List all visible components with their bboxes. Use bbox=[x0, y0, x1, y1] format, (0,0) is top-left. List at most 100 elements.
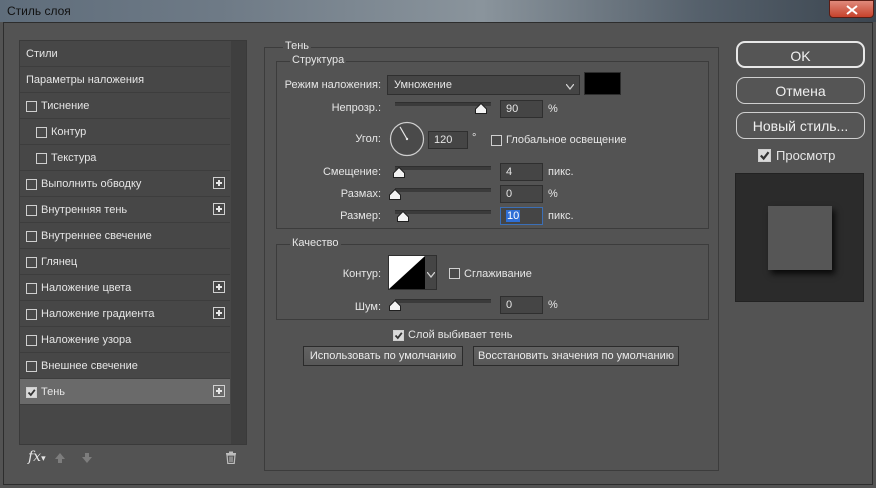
title-bar: Стиль слоя bbox=[0, 0, 876, 22]
style-item-checkbox[interactable] bbox=[26, 283, 37, 294]
styles-list: Стили Параметры наложения Тиснение Контур Те… bbox=[20, 41, 230, 405]
blend-mode-select[interactable]: Умножение bbox=[387, 75, 580, 95]
add-style-plus-icon[interactable] bbox=[213, 307, 225, 319]
fx-label: fx bbox=[28, 449, 42, 465]
noise-slider[interactable] bbox=[395, 299, 491, 303]
style-item[interactable]: Текстура bbox=[20, 145, 230, 171]
new-style-button[interactable]: Новый стиль... bbox=[736, 112, 865, 139]
style-item[interactable]: Внутреннее свечение bbox=[20, 223, 230, 249]
reset-default-label: Восстановить значения по умолчанию bbox=[477, 350, 674, 362]
noise-unit: % bbox=[548, 299, 558, 311]
styles-list-scrollbar[interactable] bbox=[231, 41, 246, 444]
make-default-button[interactable]: Использовать по умолчанию bbox=[303, 346, 463, 366]
fx-icon[interactable]: fx▾ bbox=[28, 449, 46, 465]
size-slider-handle[interactable] bbox=[396, 210, 409, 222]
style-item-checkbox[interactable] bbox=[36, 153, 47, 164]
style-item-label: Тень bbox=[41, 386, 66, 398]
style-item-label: Стили bbox=[26, 48, 58, 60]
contour-chevron-down-icon[interactable] bbox=[426, 269, 436, 281]
opacity-label: Непрозр.: bbox=[331, 102, 381, 114]
opacity-input[interactable]: 90 bbox=[500, 100, 543, 118]
reset-default-button[interactable]: Восстановить значения по умолчанию bbox=[473, 346, 679, 366]
distance-input[interactable]: 4 bbox=[500, 163, 543, 181]
style-item[interactable]: Тень bbox=[20, 379, 230, 405]
antialias-label[interactable]: Сглаживание bbox=[464, 268, 532, 280]
style-item-label: Параметры наложения bbox=[26, 74, 145, 86]
style-item[interactable]: Глянец bbox=[20, 249, 230, 275]
blend-mode-label: Режим наложения: bbox=[284, 79, 381, 91]
preview-area bbox=[735, 173, 864, 302]
angle-input[interactable]: 120 bbox=[428, 131, 468, 149]
cancel-label: Отмена bbox=[775, 83, 826, 99]
style-item[interactable]: Внутренняя тень bbox=[20, 197, 230, 223]
style-item-label: Внутреннее свечение bbox=[41, 230, 152, 242]
contour-picker[interactable] bbox=[388, 255, 437, 290]
style-item-checkbox[interactable] bbox=[26, 231, 37, 242]
blend-mode-value: Умножение bbox=[394, 79, 452, 91]
style-item[interactable]: Внешнее свечение bbox=[20, 353, 230, 379]
close-button[interactable] bbox=[829, 0, 874, 18]
styles-list-footer: fx▾ bbox=[19, 446, 247, 472]
ok-button[interactable]: OK bbox=[736, 41, 865, 68]
size-slider[interactable] bbox=[395, 210, 491, 214]
style-item[interactable]: Стили bbox=[20, 41, 230, 67]
ok-label: OK bbox=[790, 48, 811, 64]
distance-label: Смещение: bbox=[322, 166, 381, 178]
add-style-plus-icon[interactable] bbox=[213, 177, 225, 189]
knockout-checkbox[interactable] bbox=[393, 330, 404, 341]
size-input[interactable]: 10 bbox=[500, 207, 543, 225]
style-item[interactable]: Тиснение bbox=[20, 93, 230, 119]
opacity-slider-handle[interactable] bbox=[475, 102, 488, 114]
spread-slider[interactable] bbox=[395, 188, 491, 192]
antialias-checkbox[interactable] bbox=[449, 268, 460, 279]
preview-label[interactable]: Просмотр bbox=[776, 148, 835, 163]
style-item[interactable]: Наложение узора bbox=[20, 327, 230, 353]
style-item[interactable]: Параметры наложения bbox=[20, 67, 230, 93]
style-item[interactable]: Наложение цвета bbox=[20, 275, 230, 301]
chevron-down-icon bbox=[565, 81, 575, 93]
global-light-checkbox[interactable] bbox=[491, 135, 502, 146]
styles-list-panel: Стили Параметры наложения Тиснение Контур Те… bbox=[19, 40, 247, 445]
knockout-label[interactable]: Слой выбивает тень bbox=[408, 329, 513, 341]
move-down-icon[interactable] bbox=[81, 452, 93, 467]
shadow-color-swatch[interactable] bbox=[584, 72, 621, 95]
style-item[interactable]: Контур bbox=[20, 119, 230, 145]
distance-slider[interactable] bbox=[395, 166, 491, 170]
cancel-button[interactable]: Отмена bbox=[736, 77, 865, 104]
style-item-checkbox[interactable] bbox=[26, 335, 37, 346]
style-item-label: Наложение узора bbox=[41, 334, 132, 346]
style-item-checkbox[interactable] bbox=[26, 387, 37, 398]
angle-unit: ° bbox=[472, 132, 477, 144]
size-unit: пикс. bbox=[548, 210, 574, 222]
preview-checkbox[interactable] bbox=[758, 149, 771, 162]
style-item-label: Тиснение bbox=[41, 100, 90, 112]
style-item-checkbox[interactable] bbox=[26, 179, 37, 190]
trash-icon[interactable] bbox=[225, 451, 237, 467]
noise-value: 0 bbox=[506, 299, 513, 311]
angle-value: 120 bbox=[434, 134, 453, 146]
noise-slider-handle[interactable] bbox=[389, 299, 401, 311]
add-style-plus-icon[interactable] bbox=[213, 281, 225, 293]
contour-preview-icon bbox=[389, 256, 425, 289]
window-title: Стиль слоя bbox=[7, 4, 71, 18]
move-up-icon[interactable] bbox=[54, 452, 66, 467]
add-style-plus-icon[interactable] bbox=[213, 203, 225, 215]
add-style-plus-icon[interactable] bbox=[213, 385, 225, 397]
style-item-label: Внутренняя тень bbox=[41, 204, 128, 216]
style-item-checkbox[interactable] bbox=[26, 257, 37, 268]
style-item-checkbox[interactable] bbox=[26, 101, 37, 112]
style-item-checkbox[interactable] bbox=[26, 309, 37, 320]
style-item[interactable]: Выполнить обводку bbox=[20, 171, 230, 197]
style-item-checkbox[interactable] bbox=[26, 205, 37, 216]
noise-input[interactable]: 0 bbox=[500, 296, 543, 314]
opacity-value: 90 bbox=[506, 103, 519, 115]
style-item-checkbox[interactable] bbox=[36, 127, 47, 138]
global-light-label[interactable]: Глобальное освещение bbox=[506, 134, 627, 146]
angle-dial[interactable] bbox=[389, 121, 425, 157]
distance-slider-handle[interactable] bbox=[392, 166, 405, 178]
style-item-checkbox[interactable] bbox=[26, 361, 37, 372]
spread-slider-handle[interactable] bbox=[389, 188, 401, 200]
style-item[interactable]: Наложение градиента bbox=[20, 301, 230, 327]
contour-label: Контур: bbox=[342, 268, 381, 280]
spread-input[interactable]: 0 bbox=[500, 185, 543, 203]
